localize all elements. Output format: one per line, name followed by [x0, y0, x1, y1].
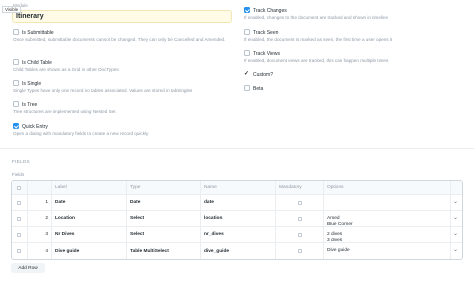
chevron-down-icon[interactable]: ⌄ — [453, 198, 458, 205]
track-views-checkbox[interactable] — [244, 50, 250, 56]
row-options-line: Dive guide — [327, 248, 350, 253]
grid-header: Label Type Name Mandatory Options — [12, 181, 462, 195]
beta-checkbox[interactable] — [244, 85, 250, 91]
row-label[interactable]: Date — [52, 195, 126, 210]
track-changes-description: If enabled, changes to the document are … — [244, 15, 389, 20]
row-options-line: Blue Corner — [327, 221, 353, 227]
row-checkbox[interactable] — [17, 249, 21, 253]
row-options-line: 3 dives — [327, 237, 343, 243]
quick-entry-checkbox[interactable] — [13, 123, 19, 129]
track-changes-label: Track Changes — [253, 7, 287, 14]
is-child-table-label: Is Child Table — [22, 59, 52, 66]
fields-section-title: FIELDS — [12, 159, 30, 164]
track-views-label: Track Views — [253, 50, 280, 57]
is-tree-label: Is Tree — [22, 101, 38, 108]
quick-entry-description: Open a dialog with mandatory fields to c… — [13, 131, 149, 136]
is-submittable-description: Once submitted, submittable documents ca… — [13, 37, 226, 42]
row-number: 3 — [45, 232, 48, 237]
fields-caption: Fields — [12, 172, 25, 177]
table-row[interactable]: 3 Nr Dives Select nr_dives 2 dives 3 div… — [12, 227, 462, 243]
add-row-button[interactable]: Add Row — [11, 263, 45, 273]
row-name[interactable]: location — [201, 211, 275, 226]
track-seen-description: If enabled, the document is marked as se… — [244, 37, 393, 42]
tooltip-badge: Visible — [2, 6, 22, 13]
section-divider — [0, 148, 474, 149]
check-icon: ✓ — [244, 71, 250, 77]
is-tree-checkbox[interactable] — [13, 101, 19, 107]
custom-label: Custom? — [253, 72, 274, 78]
table-row[interactable]: 4 Dive guide Table MultiSelect dive_guid… — [12, 243, 462, 259]
row-checkbox[interactable] — [17, 233, 21, 237]
column-options: Options — [327, 185, 344, 190]
is-submittable-checkbox[interactable] — [13, 29, 19, 35]
chevron-down-icon[interactable]: ⌄ — [453, 230, 458, 237]
module-value: Itinerary — [16, 13, 44, 20]
track-seen-checkbox[interactable] — [244, 29, 250, 35]
track-seen-label: Track Seen — [253, 29, 279, 36]
column-name: Name — [204, 185, 217, 190]
table-row[interactable]: 1 Date Date date ⌄ — [12, 195, 462, 211]
is-submittable-label: Is Submittable — [22, 29, 54, 36]
row-type[interactable]: Table MultiSelect — [127, 243, 200, 259]
beta-label: Beta — [253, 85, 264, 92]
is-child-table-description: Child Tables are shown as a Grid in othe… — [13, 67, 119, 72]
row-name[interactable]: nr_dives — [201, 227, 275, 242]
quick-entry-label: Quick Entry — [22, 123, 48, 130]
is-single-checkbox[interactable] — [13, 80, 19, 86]
track-views-description: If enabled, document views are tracked, … — [244, 58, 389, 63]
row-mandatory-checkbox[interactable] — [298, 201, 302, 205]
row-mandatory-checkbox[interactable] — [298, 217, 302, 221]
row-name[interactable]: date — [201, 195, 275, 210]
is-single-label: Is Single — [22, 80, 42, 87]
column-type: Type — [130, 185, 141, 190]
row-name[interactable]: dive_guide — [201, 243, 275, 259]
row-label[interactable]: Dive guide — [52, 243, 126, 259]
fields-grid: Label Type Name Mandatory Options 1 Date… — [11, 180, 463, 260]
select-all-checkbox[interactable] — [17, 186, 21, 190]
row-number: 4 — [45, 248, 48, 254]
column-label: Label — [55, 185, 67, 190]
is-tree-description: Tree structures are implemented using Ne… — [13, 109, 116, 114]
row-number: 1 — [45, 200, 48, 205]
track-changes-checkbox[interactable] — [244, 7, 250, 13]
is-child-table-checkbox[interactable] — [13, 59, 19, 65]
row-label[interactable]: Location — [52, 211, 126, 226]
row-checkbox[interactable] — [17, 217, 21, 221]
row-number: 2 — [45, 216, 48, 221]
column-mandatory: Mandatory — [279, 185, 302, 190]
row-mandatory-checkbox[interactable] — [298, 249, 302, 253]
chevron-down-icon[interactable]: ⌄ — [453, 246, 458, 253]
row-label[interactable]: Nr Dives — [52, 227, 126, 242]
row-type[interactable]: Select — [127, 227, 200, 242]
row-type[interactable]: Select — [127, 211, 200, 226]
row-mandatory-checkbox[interactable] — [298, 233, 302, 237]
row-checkbox[interactable] — [17, 201, 21, 205]
module-field[interactable] — [12, 10, 232, 23]
is-single-description: Single Types have only one record no tab… — [13, 88, 193, 93]
chevron-down-icon[interactable]: ⌄ — [453, 214, 458, 221]
table-row[interactable]: 2 Location Select location Amed Blue Cor… — [12, 211, 462, 227]
row-type[interactable]: Date — [127, 195, 200, 210]
